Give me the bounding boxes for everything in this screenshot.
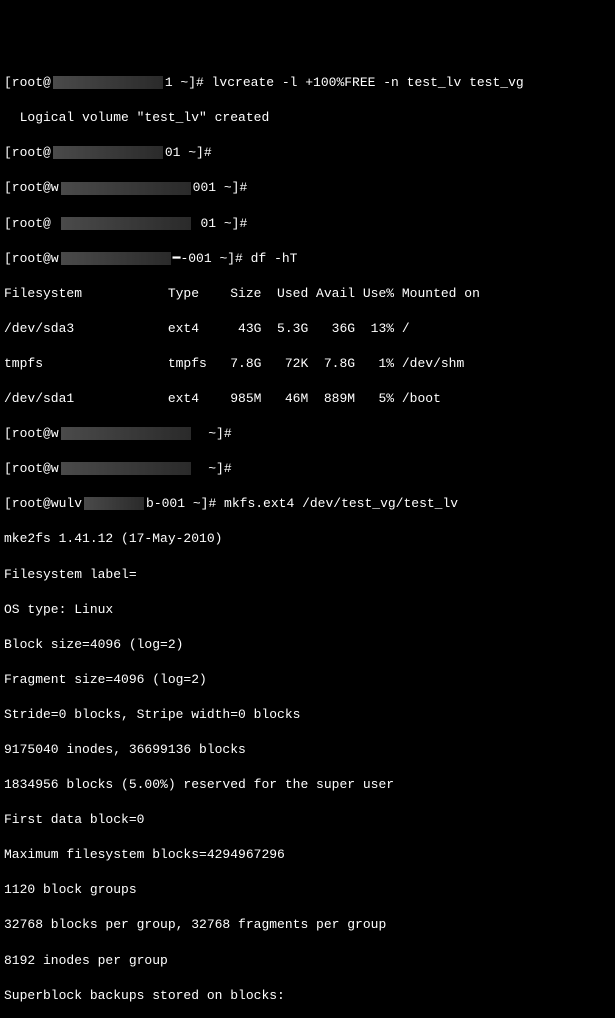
df-row-2: /dev/sda1 ext4 985M 46M 889M 5% /boot xyxy=(4,390,611,408)
mkfs-9: Maximum filesystem blocks=4294967296 xyxy=(4,846,611,864)
mkfs-0: mke2fs 1.41.12 (17-May-2010) xyxy=(4,530,611,548)
mkfs-11: 32768 blocks per group, 32768 fragments … xyxy=(4,916,611,934)
mkfs-10: 1120 block groups xyxy=(4,881,611,899)
df-header: Filesystem Type Size Used Avail Use% Mou… xyxy=(4,285,611,303)
mkfs-7: 1834956 blocks (5.00%) reserved for the … xyxy=(4,776,611,794)
prompt-tail: 1 ~]# xyxy=(165,75,204,90)
mkfs-5: Stride=0 blocks, Stripe width=0 blocks xyxy=(4,706,611,724)
mkfs-13: Superblock backups stored on blocks: xyxy=(4,987,611,1005)
redacted-host xyxy=(53,146,163,159)
mkfs-2: OS type: Linux xyxy=(4,601,611,619)
mkfs-12: 8192 inodes per group xyxy=(4,952,611,970)
line-8: [root@wulvb-001 ~]# mkfs.ext4 /dev/test_… xyxy=(4,495,611,513)
df-row-1: tmpfs tmpfs 7.8G 72K 7.8G 1% /dev/shm xyxy=(4,355,611,373)
cmd[interactable]: df -hT xyxy=(243,251,298,266)
redacted-host xyxy=(53,76,163,89)
cmd[interactable]: lvcreate -l +100%FREE -n test_lv test_vg xyxy=(204,75,524,90)
prompt-root-pre: [root@ xyxy=(4,75,51,90)
redacted-host xyxy=(84,497,144,510)
mkfs-6: 9175040 inodes, 36699136 blocks xyxy=(4,741,611,759)
cmd[interactable]: mkfs.ext4 /dev/test_vg/test_lv xyxy=(216,496,458,511)
redacted-host xyxy=(61,427,191,440)
line-1: [root@ 1 ~]# lvcreate -l +100%FREE -n tes… xyxy=(4,74,611,92)
mkfs-8: First data block=0 xyxy=(4,811,611,829)
redacted-host xyxy=(61,217,191,230)
line-3: [root@w001 ~]# xyxy=(4,179,611,197)
redacted-host xyxy=(61,252,171,265)
line-5: [root@w━-001 ~]# df -hT xyxy=(4,250,611,268)
mkfs-3: Block size=4096 (log=2) xyxy=(4,636,611,654)
line-lvcreated: Logical volume "test_lv" created xyxy=(4,109,611,127)
mkfs-4: Fragment size=4096 (log=2) xyxy=(4,671,611,689)
redacted-host xyxy=(61,182,191,195)
mkfs-1: Filesystem label= xyxy=(4,566,611,584)
line-4: [root@ 01 ~]# xyxy=(4,215,611,233)
redacted-host xyxy=(61,462,191,475)
line-7: [root@w ~]# xyxy=(4,460,611,478)
line-2: [root@01 ~]# xyxy=(4,144,611,162)
df-row-0: /dev/sda3 ext4 43G 5.3G 36G 13% / xyxy=(4,320,611,338)
line-6: [root@w ~]# xyxy=(4,425,611,443)
